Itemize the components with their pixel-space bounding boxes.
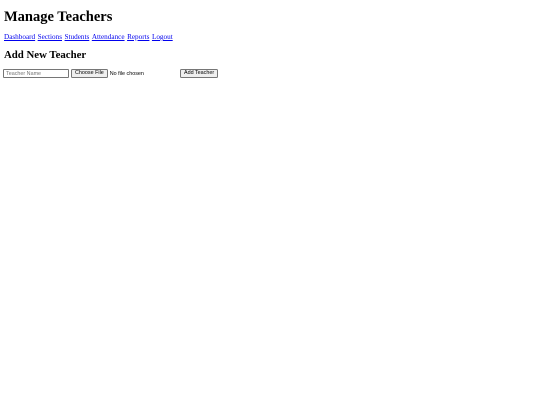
add-teacher-heading: Add New Teacher: [4, 49, 87, 61]
add-teacher-form: Choose File No file chosen Add Teacher: [3, 69, 263, 79]
nav-link-students[interactable]: Students: [65, 33, 90, 41]
nav-link-attendance[interactable]: Attendance: [92, 33, 125, 41]
add-teacher-button[interactable]: Add Teacher: [180, 69, 219, 78]
page-title: Manage Teachers: [4, 9, 113, 25]
nav-link-dashboard[interactable]: Dashboard: [4, 33, 35, 41]
photo-file-input[interactable]: Choose File No file chosen: [71, 69, 144, 78]
file-status-text: No file chosen: [109, 70, 144, 77]
choose-file-button[interactable]: Choose File: [71, 69, 108, 78]
nav-link-sections[interactable]: Sections: [38, 33, 62, 41]
teacher-name-input[interactable]: [3, 69, 69, 78]
page: Manage Teachers Dashboard Sections Student…: [0, 0, 540, 405]
nav-link-reports[interactable]: Reports: [127, 33, 149, 41]
main-nav: Dashboard Sections Students Attendance Repor…: [4, 32, 175, 42]
nav-link-logout[interactable]: Logout: [152, 33, 173, 41]
